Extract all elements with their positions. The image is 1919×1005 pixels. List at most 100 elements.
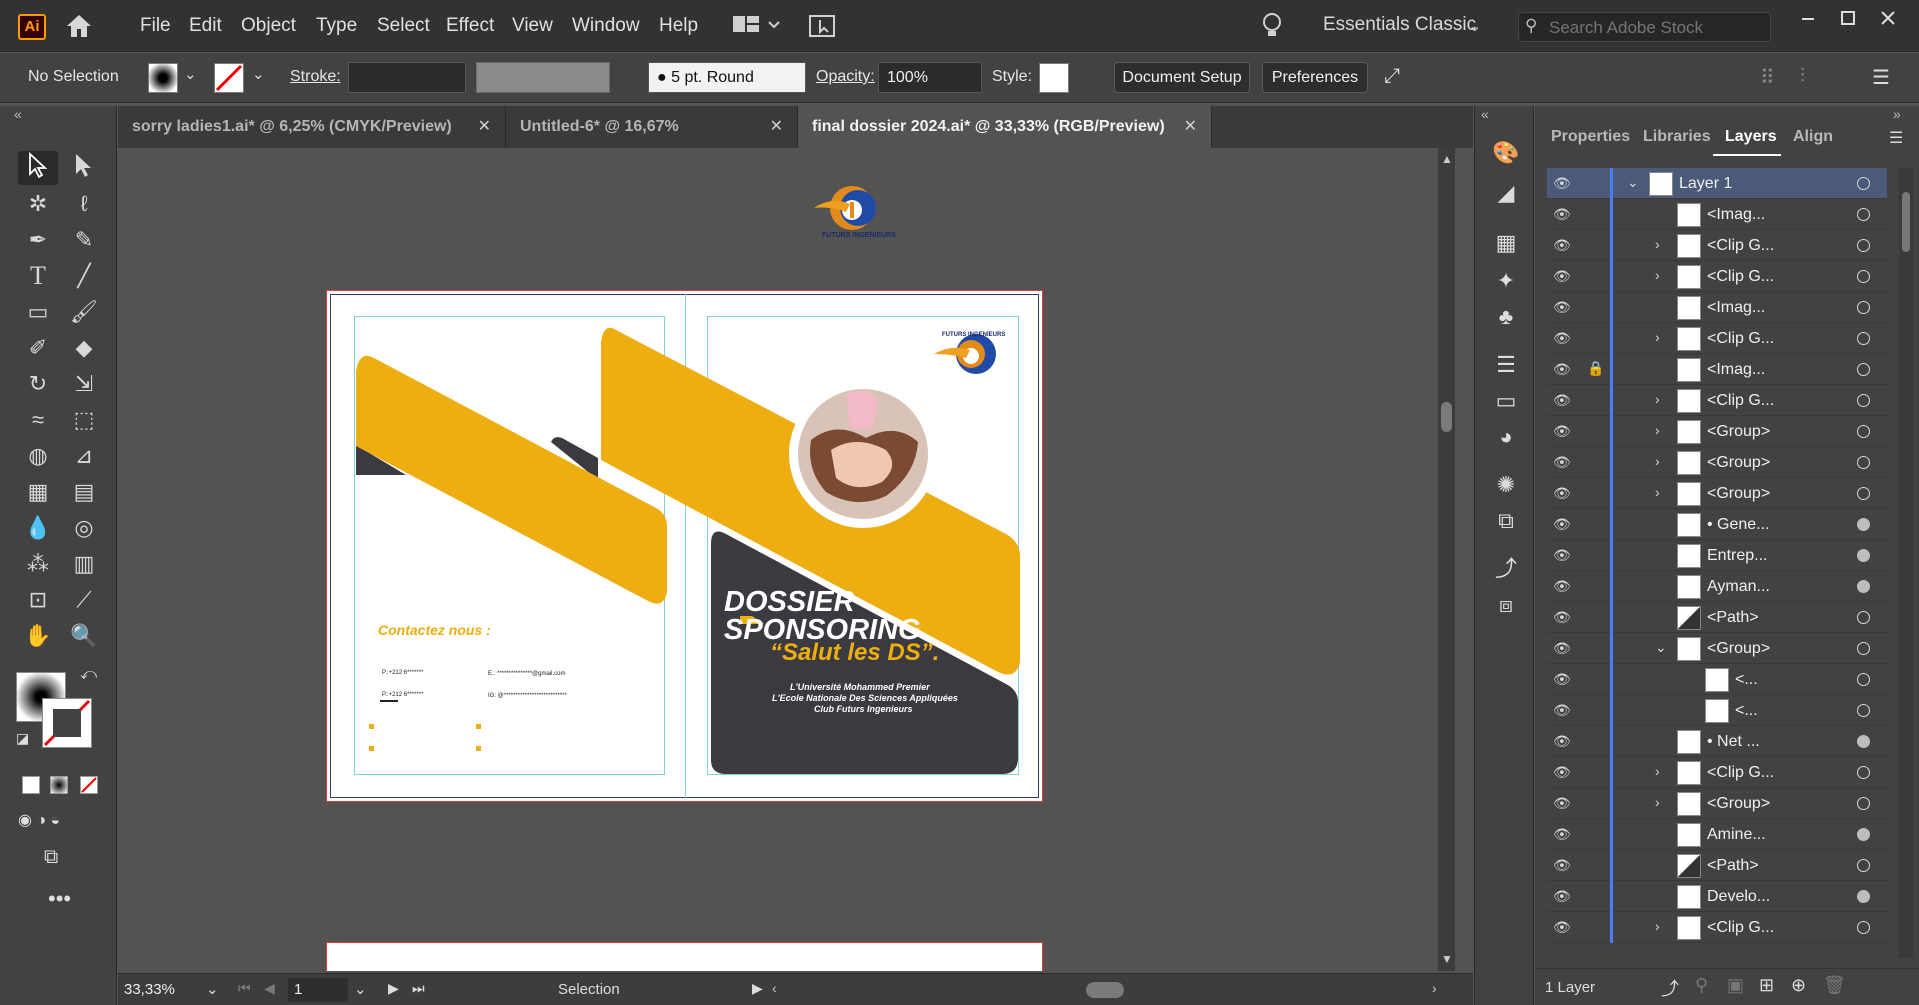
target-icon[interactable] bbox=[1857, 859, 1870, 872]
vertical-scrollbar[interactable]: ▲ ▼ bbox=[1438, 148, 1455, 971]
layers-scrollbar[interactable] bbox=[1899, 168, 1913, 958]
collapse-panel-icon[interactable]: » bbox=[1893, 106, 1901, 122]
scroll-down-icon[interactable]: ▼ bbox=[1441, 952, 1453, 966]
menu-file[interactable]: File bbox=[140, 15, 171, 37]
line-tool-icon[interactable]: ╱ bbox=[66, 260, 102, 292]
horizontal-scroll-thumb[interactable] bbox=[1086, 982, 1124, 998]
draw-mode-icon[interactable]: ◉ ◑ ◒ bbox=[18, 810, 102, 834]
swatches-icon[interactable]: ▦ bbox=[1491, 228, 1521, 258]
collapse-icon[interactable]: « bbox=[1481, 106, 1489, 122]
visibility-icon[interactable]: 👁 bbox=[1553, 268, 1573, 284]
stroke-color-icon[interactable] bbox=[42, 698, 92, 748]
chevron-right-icon[interactable]: › bbox=[1655, 453, 1660, 469]
variable-width-field[interactable] bbox=[476, 62, 610, 93]
paintbrush-icon[interactable]: 🖌 bbox=[66, 296, 102, 328]
target-icon[interactable] bbox=[1857, 301, 1870, 314]
tab-untitled-6[interactable]: Untitled-6* @ 16,67% (CMYK/Preview)✕ bbox=[506, 106, 798, 177]
scroll-left-icon[interactable]: ‹ bbox=[772, 980, 777, 996]
layer-row[interactable]: 👁 › <Clip G... bbox=[1547, 385, 1887, 416]
layer-row[interactable]: 👁 › <Clip G... bbox=[1547, 912, 1887, 943]
layer-row[interactable]: 👁 ⌄ Layer 1 bbox=[1547, 168, 1887, 199]
selection-tool-icon[interactable] bbox=[20, 151, 56, 184]
fill-swatch[interactable] bbox=[148, 63, 178, 93]
tab-layers[interactable]: Layers bbox=[1725, 128, 1777, 146]
magic-wand-icon[interactable]: ✲ bbox=[20, 188, 56, 220]
chevron-right-icon[interactable]: › bbox=[1655, 267, 1660, 283]
close-icon[interactable]: ✕ bbox=[770, 106, 783, 148]
chevron-down-icon[interactable]: ⌄ bbox=[1655, 639, 1667, 656]
brush-definition[interactable]: ● 5 pt. Round bbox=[648, 62, 806, 93]
brushes-icon[interactable]: ✦ bbox=[1491, 266, 1521, 296]
direct-selection-tool-icon[interactable] bbox=[66, 152, 102, 184]
locate-object-icon[interactable]: ⚲ bbox=[1695, 975, 1708, 996]
visibility-icon[interactable]: 👁 bbox=[1553, 733, 1573, 749]
preferences-button[interactable]: Preferences bbox=[1262, 62, 1368, 93]
chevron-down-icon[interactable]: ⌄ bbox=[206, 980, 219, 998]
target-icon[interactable] bbox=[1857, 456, 1870, 469]
menu-help[interactable]: Help bbox=[659, 15, 698, 37]
transform-icon[interactable]: ⤢ bbox=[1384, 65, 1400, 88]
lock-icon[interactable]: 🔒 bbox=[1587, 360, 1604, 377]
vertical-scroll-thumb[interactable] bbox=[1441, 402, 1452, 432]
layer-row[interactable]: 👁 • Gene... bbox=[1547, 509, 1887, 540]
trash-icon[interactable]: 🗑 bbox=[1823, 975, 1846, 996]
visibility-icon[interactable]: 👁 bbox=[1553, 795, 1573, 811]
layer-row[interactable]: 👁 › <Clip G... bbox=[1547, 323, 1887, 354]
document-setup-button[interactable]: Document Setup bbox=[1114, 62, 1250, 93]
maximize-icon[interactable] bbox=[1838, 8, 1858, 28]
layer-row[interactable]: 👁 › <Group> bbox=[1547, 788, 1887, 819]
new-sublayer-icon[interactable]: ⊞ bbox=[1759, 975, 1774, 996]
scale-tool-icon[interactable]: ⇲ bbox=[66, 368, 102, 400]
first-artboard-icon[interactable]: ⏮ bbox=[238, 980, 251, 997]
visibility-icon[interactable]: 👁 bbox=[1553, 392, 1573, 408]
layer-row[interactable]: 👁 › <Clip G... bbox=[1547, 230, 1887, 261]
opacity-label[interactable]: Opacity: bbox=[816, 68, 875, 86]
gradient-mode-icon[interactable] bbox=[50, 776, 68, 794]
target-icon[interactable] bbox=[1857, 332, 1870, 345]
menu-edit[interactable]: Edit bbox=[189, 15, 222, 37]
symbol-sprayer-icon[interactable]: ⁂ bbox=[20, 548, 56, 580]
graphic-styles-icon[interactable]: ⧉ bbox=[1491, 506, 1521, 536]
panel-menu-icon[interactable]: ☰ bbox=[1872, 65, 1890, 90]
layers-scroll-thumb[interactable] bbox=[1902, 192, 1910, 252]
layer-row[interactable]: 👁 Entrep... bbox=[1547, 540, 1887, 571]
align-icon[interactable]: ⠿ bbox=[1760, 65, 1775, 90]
visibility-icon[interactable]: 👁 bbox=[1553, 454, 1573, 470]
visibility-icon[interactable]: 👁 bbox=[1553, 175, 1573, 191]
style-swatch[interactable] bbox=[1039, 63, 1069, 93]
layer-row[interactable]: 👁 › <Group> bbox=[1547, 447, 1887, 478]
lasso-icon[interactable]: ℓ bbox=[66, 188, 102, 220]
blend-tool-icon[interactable]: ◎ bbox=[66, 512, 102, 544]
target-icon[interactable] bbox=[1857, 673, 1870, 686]
target-icon[interactable] bbox=[1857, 642, 1870, 655]
chevron-down-icon[interactable]: ⌄ bbox=[184, 65, 197, 83]
arrange-documents-icon[interactable] bbox=[732, 14, 780, 38]
chevron-down-icon[interactable]: ⌄ bbox=[1468, 16, 1481, 36]
visibility-icon[interactable]: 👁 bbox=[1553, 640, 1573, 656]
visibility-icon[interactable]: 👁 bbox=[1553, 702, 1573, 718]
chevron-down-icon[interactable]: ⌄ bbox=[252, 65, 265, 83]
home-icon[interactable] bbox=[64, 12, 94, 40]
panel-menu-icon[interactable]: ☰ bbox=[1889, 128, 1903, 148]
tab-align[interactable]: Align bbox=[1793, 128, 1833, 146]
symbols-icon[interactable]: ♣ bbox=[1491, 302, 1521, 332]
target-icon[interactable] bbox=[1857, 828, 1870, 841]
menu-select[interactable]: Select bbox=[377, 15, 430, 37]
menu-effect[interactable]: Effect bbox=[446, 15, 494, 37]
lightbulb-icon[interactable] bbox=[1262, 12, 1282, 40]
target-icon[interactable] bbox=[1857, 394, 1870, 407]
layer-row[interactable]: 👁 <Imag... bbox=[1547, 292, 1887, 323]
target-icon[interactable] bbox=[1857, 363, 1870, 376]
target-icon[interactable] bbox=[1857, 766, 1870, 779]
stroke-panel-icon[interactable]: ☰ bbox=[1491, 350, 1521, 380]
eyedropper-icon[interactable]: 💧 bbox=[20, 512, 56, 544]
transparency-icon[interactable]: ◕ bbox=[1491, 422, 1521, 452]
tab-final-dossier[interactable]: final dossier 2024.ai* @ 33,33% (RGB/Pre… bbox=[798, 106, 1212, 148]
target-icon[interactable] bbox=[1857, 177, 1870, 190]
default-colors-icon[interactable]: ◪ bbox=[16, 730, 29, 747]
last-artboard-icon[interactable]: ⏭ bbox=[412, 980, 425, 997]
layer-row[interactable]: 👁 🔒 <Imag... bbox=[1547, 354, 1887, 385]
color-panel-icon[interactable]: 🎨 bbox=[1491, 138, 1521, 168]
visibility-icon[interactable]: 👁 bbox=[1553, 888, 1573, 904]
curvature-tool-icon[interactable]: ✎ bbox=[66, 224, 102, 256]
